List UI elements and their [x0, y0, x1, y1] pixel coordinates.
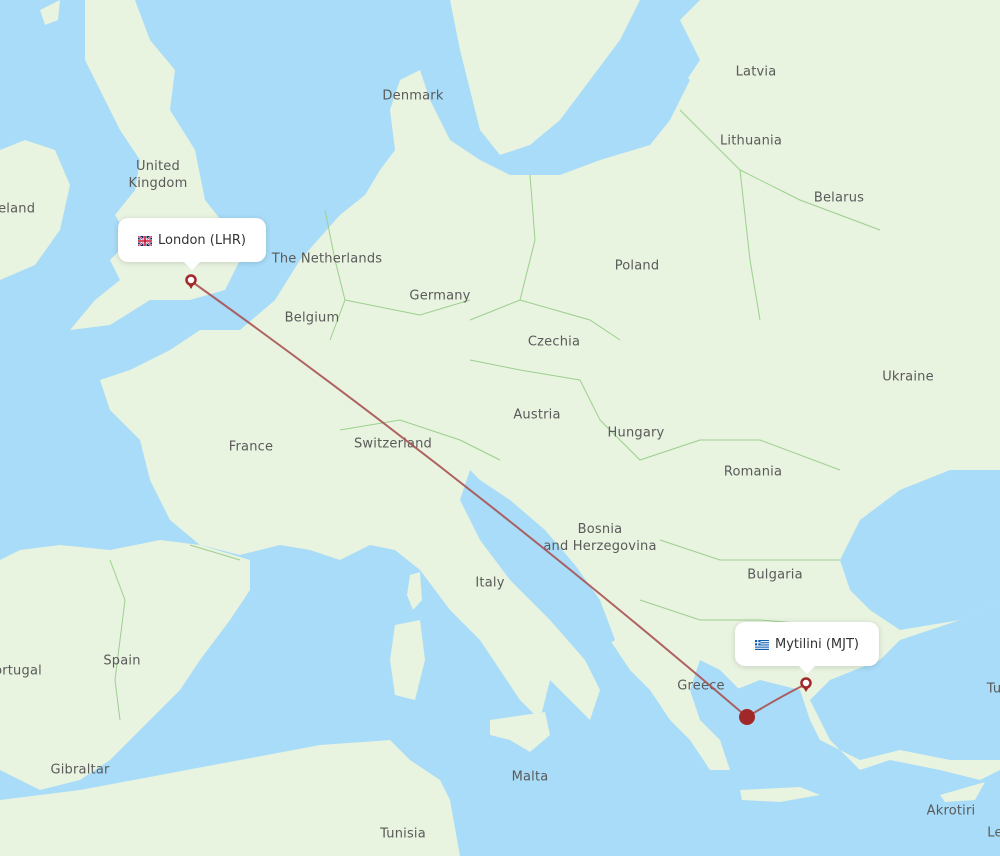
label-austria: Austria	[513, 407, 561, 423]
label-latvia: Latvia	[735, 64, 777, 80]
label-belgium: Belgium	[284, 310, 340, 326]
label-lebanon: Le	[987, 825, 1000, 841]
label-lithuania: Lithuania	[719, 133, 783, 149]
label-malta: Malta	[511, 769, 549, 785]
label-akrotiri: Akrotiri	[926, 803, 976, 819]
label-portugal: ortugal	[0, 663, 42, 679]
label-bosnia: Bosnia and Herzegovina	[543, 522, 657, 554]
map-base	[0, 0, 1000, 856]
label-bulgaria: Bulgaria	[747, 567, 803, 583]
label-france: France	[228, 439, 274, 455]
label-poland: Poland	[614, 258, 660, 274]
label-romania: Romania	[723, 464, 783, 480]
label-netherlands: The Netherlands	[271, 251, 383, 267]
label-spain: Spain	[103, 653, 141, 669]
greece-flag-icon	[755, 639, 769, 650]
label-switzerland: Switzerland	[353, 436, 433, 452]
label-italy: Italy	[475, 575, 505, 591]
label-ukraine: Ukraine	[882, 369, 934, 385]
label-turkey: Tu	[986, 681, 1000, 697]
label-tunisia: Tunisia	[380, 826, 426, 842]
destination-label: Mytilini (MJT)	[775, 636, 859, 652]
map[interactable]: Latvia Denmark Lithuania UnitedKingdom r…	[0, 0, 1000, 856]
origin-label: London (LHR)	[158, 232, 246, 248]
label-greece: Greece	[677, 678, 725, 694]
label-hungary: Hungary	[607, 425, 665, 441]
destination-popup[interactable]: Mytilini (MJT)	[735, 622, 879, 674]
label-czechia: Czechia	[527, 334, 581, 350]
uk-flag-icon	[137, 235, 153, 247]
label-gibraltar: Gibraltar	[50, 762, 110, 778]
label-belarus: Belarus	[813, 190, 865, 206]
label-ireland: reland	[0, 201, 36, 217]
label-denmark: Denmark	[382, 88, 444, 104]
label-germany: Germany	[409, 288, 471, 304]
origin-popup[interactable]: London (LHR)	[118, 218, 266, 270]
label-united-kingdom: United Kingdom	[128, 159, 188, 191]
